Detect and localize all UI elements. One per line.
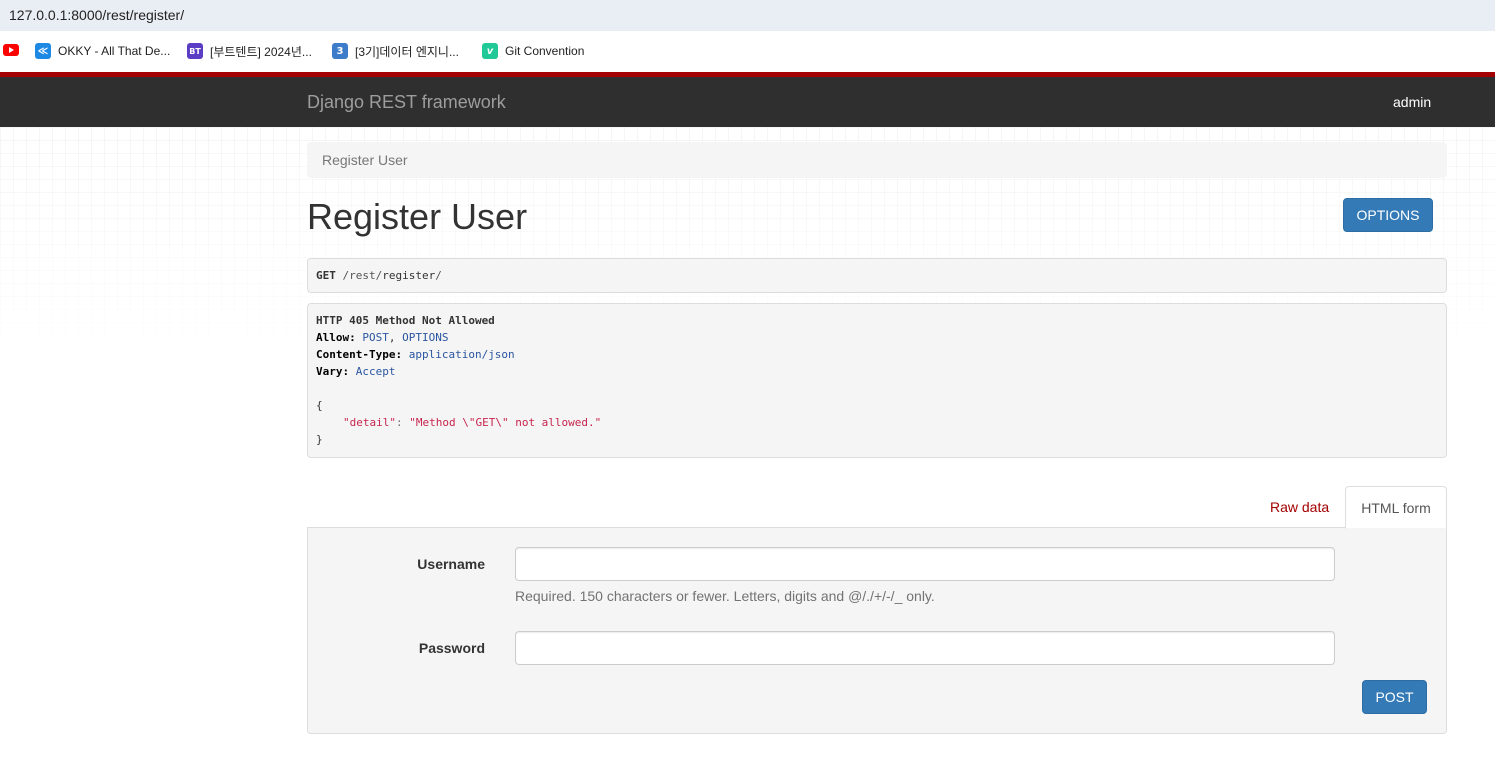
password-label: Password xyxy=(418,640,485,656)
header-key: Vary: xyxy=(316,365,350,378)
post-button[interactable]: POST xyxy=(1362,680,1427,714)
bootcamp-icon: BT xyxy=(187,43,203,59)
response-info: HTTP 405 Method Not Allowed Allow: POST,… xyxy=(307,303,1447,458)
bookmark-label: OKKY - All That De... xyxy=(58,44,171,58)
json-open-brace: { xyxy=(316,399,323,412)
navbar: Django REST framework admin xyxy=(0,77,1495,127)
velog-icon: v xyxy=(482,43,498,59)
username-help-text: Required. 150 characters or fewer. Lette… xyxy=(515,588,935,604)
bookmark-data-engineering[interactable]: 3 [3기]데이터 엔지니... xyxy=(332,42,459,60)
address-bar[interactable]: 127.0.0.1:8000/rest/register/ xyxy=(0,0,1495,31)
header-key: Allow: xyxy=(316,331,356,344)
request-path-prefix: /rest/ xyxy=(335,269,383,282)
json-close-brace: } xyxy=(316,433,323,446)
okky-icon: ≪ xyxy=(35,43,51,59)
bookmark-bootcamp[interactable]: BT [부트텐트] 2024년... xyxy=(187,42,312,60)
bookmark-okky[interactable]: ≪ OKKY - All That De... xyxy=(35,42,170,60)
header-value: Accept xyxy=(355,365,396,378)
response-header-vary: Vary: Accept xyxy=(316,365,396,378)
response-header-content-type: Content-Type: application/json xyxy=(316,348,515,361)
response-header-allow: Allow: POST, OPTIONS xyxy=(316,331,448,344)
bookmark-label: [3기]데이터 엔지니... xyxy=(355,44,459,59)
json-key: "detail" xyxy=(343,416,396,429)
breadcrumb: Register User xyxy=(307,142,1447,178)
page-title: Register User xyxy=(307,196,528,237)
json-value: "Method \"GET\" not allowed." xyxy=(409,416,602,429)
json-detail-line: "detail": "Method \"GET\" not allowed." xyxy=(343,416,601,429)
bookmark-git-convention[interactable]: v Git Convention xyxy=(482,42,584,60)
youtube-icon[interactable] xyxy=(3,44,19,56)
options-button[interactable]: OPTIONS xyxy=(1343,198,1433,232)
header-separator: , xyxy=(388,331,396,344)
response-status: HTTP 405 Method Not Allowed xyxy=(316,314,495,327)
request-info: GET /rest/register/ xyxy=(307,258,1447,293)
header-value: POST xyxy=(362,331,389,344)
request-path-suffix: / xyxy=(435,269,442,282)
request-line: GET /rest/register/ xyxy=(316,269,442,282)
bookmarks-bar: ≪ OKKY - All That De... BT [부트텐트] 2024년.… xyxy=(0,31,1495,72)
request-method: GET xyxy=(316,269,336,282)
bookmark-label: [부트텐트] 2024년... xyxy=(210,44,312,59)
url-text[interactable]: 127.0.0.1:8000/rest/register/ xyxy=(9,7,184,23)
bookmark-label: Git Convention xyxy=(505,44,585,58)
header-value: OPTIONS xyxy=(402,331,449,344)
header-key: Content-Type: xyxy=(316,348,403,361)
number-3-icon: 3 xyxy=(332,43,348,59)
username-label: Username xyxy=(417,556,485,572)
header-value: application/json xyxy=(408,348,515,361)
username-input[interactable] xyxy=(515,547,1335,581)
json-colon: : xyxy=(395,416,410,429)
request-path-main: register xyxy=(382,269,436,282)
navbar-brand[interactable]: Django REST framework xyxy=(307,92,506,113)
tab-raw-data[interactable]: Raw data xyxy=(1270,499,1329,515)
tab-html-form[interactable]: HTML form xyxy=(1345,486,1447,529)
navbar-user-menu[interactable]: admin xyxy=(1393,94,1431,110)
breadcrumb-item-active: Register User xyxy=(322,152,408,168)
password-input[interactable] xyxy=(515,631,1335,665)
